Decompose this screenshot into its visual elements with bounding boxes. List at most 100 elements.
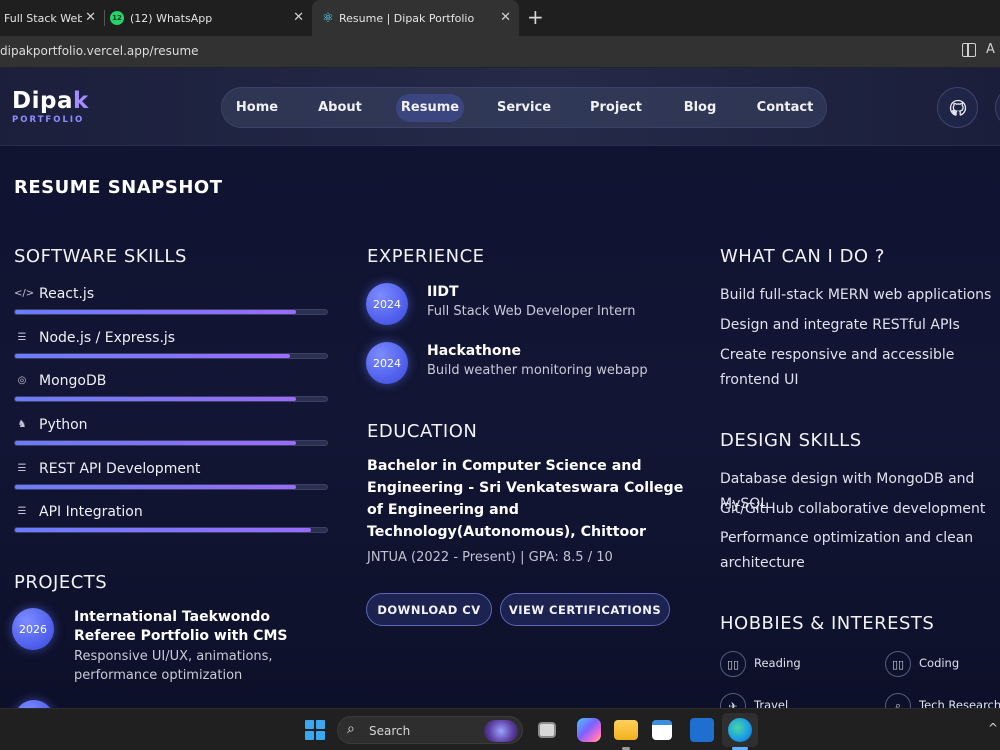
- chevron-up-icon[interactable]: ^: [988, 721, 998, 735]
- page-title: RESUME SNAPSHOT: [14, 177, 223, 198]
- skill-progress-track: [14, 527, 328, 533]
- download-cv-button[interactable]: DOWNLOAD CV: [366, 593, 492, 626]
- database-icon: ◎: [17, 375, 27, 386]
- server-icon: ☰: [17, 463, 27, 474]
- search-icon: ⌕: [885, 693, 911, 708]
- main-nav: Home About Resume Service Project Blog C…: [221, 87, 827, 128]
- url-field[interactable]: dipakportfolio.vercel.app/resume: [0, 44, 199, 58]
- close-icon[interactable]: ✕: [85, 10, 96, 25]
- hobby-label: Coding: [919, 656, 960, 670]
- can-do-item: Design and integrate RESTful APIs: [720, 317, 960, 333]
- experience-title: IIDT: [427, 284, 459, 300]
- read-aloud-icon[interactable]: A: [986, 42, 995, 57]
- edge-browser-icon[interactable]: [728, 718, 752, 742]
- nav-project[interactable]: Project: [586, 94, 646, 122]
- nav-about[interactable]: About: [312, 94, 368, 122]
- nav-blog[interactable]: Blog: [678, 94, 722, 122]
- design-skill-item: Git/GitHub collaborative development: [720, 501, 986, 517]
- skill-item: ☰ REST API Development: [14, 461, 328, 501]
- design-skill-item: Performance optimization and clean archi…: [720, 530, 974, 571]
- projects-heading: PROJECTS: [14, 572, 108, 593]
- hobbies-heading: HOBBIES & INTERESTS: [720, 613, 935, 634]
- skill-label: API Integration: [39, 504, 143, 520]
- whatsapp-icon: 12: [110, 11, 124, 25]
- education-meta: JNTUA (2022 - Present) | GPA: 8.5 / 10: [367, 550, 613, 565]
- code-icon: </>: [14, 288, 35, 299]
- server-icon: ☰: [17, 506, 27, 517]
- skill-item: ♞ Python: [14, 417, 328, 457]
- experience-subtitle: Build weather monitoring webapp: [427, 363, 648, 378]
- file-explorer-icon[interactable]: [614, 720, 638, 740]
- tab-title: Resume | Dipak Portfolio: [339, 11, 475, 25]
- nav-home[interactable]: Home: [232, 94, 282, 122]
- skill-progress-fill: [15, 397, 296, 401]
- nav-resume[interactable]: Resume: [396, 94, 464, 122]
- skill-progress-track: [14, 440, 328, 446]
- experience-subtitle: Full Stack Web Developer Intern: [427, 304, 636, 319]
- education-degree: Bachelor in Computer Science and Enginee…: [367, 458, 684, 540]
- tab-title: Full Stack Web Developer: [4, 11, 82, 25]
- skills-heading: SOFTWARE SKILLS: [14, 246, 187, 267]
- logo-text: Dipa: [12, 88, 73, 114]
- microsoft-store-icon[interactable]: [652, 720, 672, 740]
- can-do-item: Create responsive and accessible fronten…: [720, 347, 955, 388]
- copilot-icon[interactable]: [577, 718, 601, 742]
- skill-progress-track: [14, 353, 328, 359]
- react-icon: ⚛: [322, 10, 334, 26]
- skill-progress-fill: [15, 528, 312, 532]
- close-icon[interactable]: ✕: [293, 10, 304, 25]
- logo-accent: k: [72, 88, 89, 114]
- plane-icon: ✈: [720, 693, 746, 708]
- skill-progress-fill: [15, 354, 290, 358]
- tab-resume-active[interactable]: ⚛ Resume | Dipak Portfolio ✕: [312, 0, 519, 36]
- experience-title: Hackathone: [427, 343, 521, 359]
- task-view-icon[interactable]: [538, 722, 556, 738]
- skill-progress-fill: [15, 310, 296, 314]
- close-icon[interactable]: ✕: [500, 10, 511, 25]
- view-certifications-button[interactable]: VIEW CERTIFICATIONS: [500, 593, 670, 626]
- site-logo[interactable]: Dipak: [12, 88, 89, 114]
- skill-item: ☰ API Integration: [14, 504, 328, 544]
- windows-start-icon[interactable]: [305, 720, 325, 740]
- year-badge: 2026: [12, 608, 54, 650]
- hobby-label: Travel: [754, 698, 789, 708]
- address-bar: dipakportfolio.vercel.app/resume A: [0, 36, 1000, 68]
- project-description: Responsive UI/UX, animations, performanc…: [74, 649, 273, 683]
- logo-subtitle: PORTFOLIO: [12, 115, 85, 125]
- split-screen-icon[interactable]: [962, 42, 976, 57]
- year-badge: [14, 700, 54, 708]
- github-button[interactable]: [937, 87, 978, 128]
- book-icon: ▯▯: [720, 651, 746, 677]
- skill-item: </> React.js: [14, 286, 328, 326]
- year-badge: 2024: [366, 342, 408, 384]
- python-icon: ♞: [17, 419, 27, 430]
- outlook-icon[interactable]: [690, 718, 714, 742]
- nav-contact[interactable]: Contact: [754, 94, 816, 122]
- skill-progress-track: [14, 484, 328, 490]
- skill-label: REST API Development: [39, 461, 201, 477]
- search-placeholder: Search: [369, 724, 411, 738]
- skill-item: ◎ MongoDB: [14, 373, 328, 413]
- skill-progress-fill: [15, 441, 296, 445]
- can-do-heading: WHAT CAN I DO ?: [720, 246, 885, 267]
- skill-item: ☰ Node.js / Express.js: [14, 330, 328, 370]
- project-title: International Taekwondo Referee Portfoli…: [74, 609, 288, 644]
- can-do-item: Build full-stack MERN web applications: [720, 287, 992, 303]
- skill-label: Python: [39, 417, 88, 433]
- hobby-label: Reading: [754, 656, 801, 670]
- tab-whatsapp[interactable]: 12 (12) WhatsApp ✕: [104, 0, 312, 36]
- social-button[interactable]: [995, 87, 1000, 128]
- nav-service[interactable]: Service: [494, 94, 554, 122]
- taskbar: ⌕ Search ^: [0, 708, 1000, 750]
- site-header: Dipak PORTFOLIO Home About Resume Servic…: [0, 68, 1000, 146]
- tab-full-stack[interactable]: Full Stack Web Developer ✕: [0, 0, 104, 36]
- skill-progress-track: [14, 309, 328, 315]
- server-icon: ☰: [17, 332, 27, 343]
- new-tab-button[interactable]: +: [527, 5, 544, 29]
- taskbar-search[interactable]: ⌕ Search: [337, 716, 523, 744]
- hobby-label: Tech Research: [919, 698, 1000, 708]
- search-highlight-icon: [484, 720, 518, 742]
- experience-heading: EXPERIENCE: [367, 246, 485, 267]
- design-skills-heading: DESIGN SKILLS: [720, 430, 862, 451]
- tab-title: (12) WhatsApp: [130, 11, 213, 25]
